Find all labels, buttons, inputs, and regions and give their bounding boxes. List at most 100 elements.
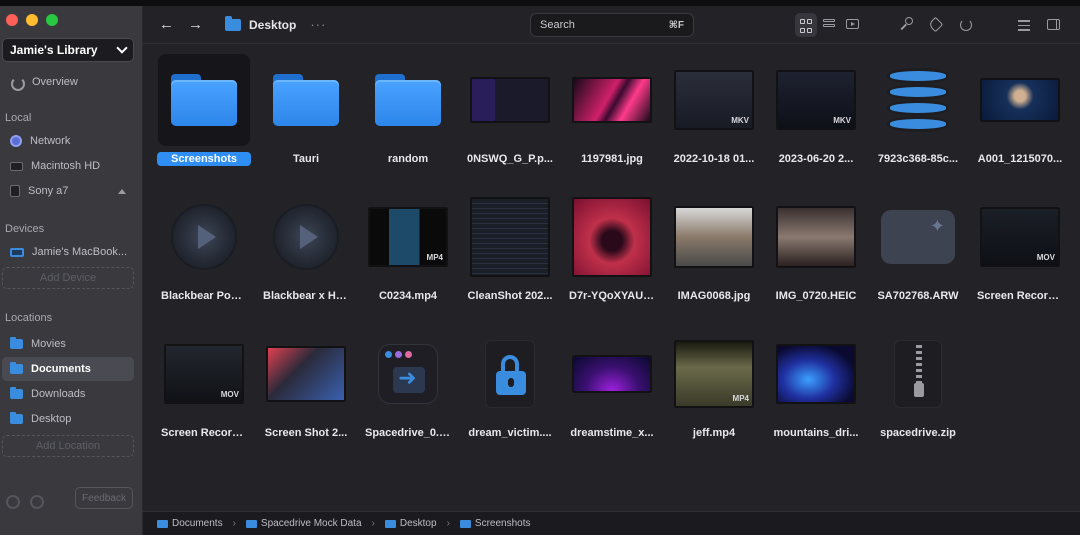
file-thumbnail: [872, 191, 964, 283]
folder-icon: [273, 74, 339, 126]
minimize-window-button[interactable]: [26, 14, 38, 26]
file-item[interactable]: MOV Screen Recordi...: [969, 191, 1071, 328]
breadcrumb-item[interactable]: Documents: [157, 518, 223, 529]
file-item[interactable]: MKV 2023-06-20 2...: [765, 54, 867, 191]
file-item[interactable]: Blackbear x Ho...: [255, 191, 357, 328]
file-item[interactable]: D7r-YQoXYAUt...: [561, 191, 663, 328]
breadcrumb-label: Spacedrive Mock Data: [260, 518, 362, 529]
eject-icon[interactable]: [118, 188, 126, 194]
file-item[interactable]: MP4 C0234.mp4: [357, 191, 459, 328]
media-view-icon[interactable]: [846, 19, 862, 35]
file-thumbnail: [464, 191, 556, 283]
more-options-button[interactable]: ···: [310, 17, 326, 32]
file-item[interactable]: Blackbear Post...: [153, 191, 255, 328]
tag-icon[interactable]: [927, 16, 946, 35]
image-thumbnail: [470, 77, 550, 123]
list-view-icon[interactable]: [823, 19, 839, 35]
add-location-button[interactable]: Add Location: [2, 435, 134, 457]
file-item[interactable]: dreamstime_x...: [561, 328, 663, 465]
sliders-icon[interactable]: [1018, 17, 1034, 33]
inspector-panel-icon[interactable]: [1047, 19, 1063, 35]
breadcrumb-item[interactable]: Spacedrive Mock Data: [245, 518, 362, 529]
feedback-button[interactable]: Feedback: [75, 487, 133, 509]
sidebar-item-downloads[interactable]: Downloads: [2, 382, 134, 406]
file-item[interactable]: 0NSWQ_G_P.p...: [459, 54, 561, 191]
grid-view-icon[interactable]: [800, 19, 816, 35]
breadcrumb-item[interactable]: Desktop: [384, 518, 437, 529]
file-item[interactable]: Screenshots: [153, 54, 255, 191]
file-item[interactable]: IMG_0720.HEIC: [765, 191, 867, 328]
file-item[interactable]: Tauri: [255, 54, 357, 191]
file-item[interactable]: A001_1215070...: [969, 54, 1071, 191]
key-icon[interactable]: [899, 17, 915, 33]
file-item[interactable]: dream_victim....: [459, 328, 561, 465]
raw-image-icon: [881, 210, 955, 264]
image-thumbnail: [980, 78, 1060, 122]
reload-icon[interactable]: [960, 19, 976, 35]
sidebar-item-network[interactable]: Network: [2, 129, 134, 153]
file-thumbnail: MKV: [770, 54, 862, 146]
file-name: Screen Recordi...: [977, 290, 1067, 302]
file-item[interactable]: 7923c368-85c...: [867, 54, 969, 191]
file-item[interactable]: SA702768.ARW: [867, 191, 969, 328]
video-thumbnail: MP4: [674, 340, 754, 408]
search-input[interactable]: Search ⌘F: [530, 13, 694, 37]
breadcrumb-item[interactable]: Screenshots: [459, 518, 531, 529]
file-name: Blackbear Post...: [161, 290, 250, 302]
laptop-icon: [10, 247, 24, 257]
file-item[interactable]: Screen Shot 2...: [255, 328, 357, 465]
sidebar-item-sony-a7[interactable]: Sony a7: [2, 179, 134, 203]
sidebar-item-documents[interactable]: Documents: [2, 357, 134, 381]
file-item[interactable]: MKV 2022-10-18 01...: [663, 54, 765, 191]
sidebar-item-label: Desktop: [31, 413, 72, 425]
folder-icon: [10, 337, 23, 349]
file-item[interactable]: CleanShot 202...: [459, 191, 561, 328]
file-type-badge: MP4: [732, 394, 749, 403]
file-item[interactable]: MP4 jeff.mp4: [663, 328, 765, 465]
image-thumbnail: [674, 206, 754, 268]
file-name: CleanShot 202...: [467, 290, 553, 302]
sidebar-item-desktop[interactable]: Desktop: [2, 407, 134, 431]
sidebar-item-overview[interactable]: Overview: [2, 70, 134, 94]
library-selector[interactable]: Jamie's Library: [2, 38, 134, 62]
chevron-down-icon: [116, 42, 128, 54]
network-icon: [10, 135, 22, 147]
file-name: Blackbear x Ho...: [263, 290, 352, 302]
image-thumbnail: [266, 346, 346, 402]
folder-icon: [10, 362, 23, 374]
sidebar-item-macbook[interactable]: Jamie's MacBook...: [2, 240, 134, 264]
add-device-button[interactable]: Add Device: [2, 267, 134, 289]
file-name: A001_1215070...: [977, 153, 1063, 165]
file-item[interactable]: Spacedrive_0.1...: [357, 328, 459, 465]
file-type-badge: MP4: [426, 253, 443, 262]
file-item[interactable]: spacedrive.zip: [867, 328, 969, 465]
breadcrumb-label: Desktop: [399, 518, 437, 529]
folder-icon: [10, 412, 23, 424]
status-check-icon[interactable]: [30, 495, 44, 509]
file-name: C0234.mp4: [378, 290, 438, 302]
file-name: IMG_0720.HEIC: [775, 290, 857, 302]
zoom-window-button[interactable]: [46, 14, 58, 26]
file-item[interactable]: IMAG0068.jpg: [663, 191, 765, 328]
forward-arrow-icon[interactable]: →: [188, 16, 203, 33]
close-window-button[interactable]: [6, 14, 18, 26]
back-arrow-icon[interactable]: ←: [159, 16, 174, 33]
sidebar-item-label: Movies: [31, 338, 66, 350]
file-name: 2022-10-18 01...: [673, 153, 755, 165]
settings-icon[interactable]: [6, 495, 20, 509]
sidebar-item-macintosh-hd[interactable]: Macintosh HD: [2, 154, 134, 178]
sidebar-item-label: Documents: [31, 363, 91, 375]
image-thumbnail: [776, 206, 856, 268]
audio-file-icon: [171, 204, 237, 270]
explorer-main: ← → Desktop ··· Search ⌘F Screenshots Tau…: [143, 6, 1080, 535]
file-item[interactable]: random: [357, 54, 459, 191]
file-name: 2023-06-20 2...: [778, 153, 854, 165]
file-item[interactable]: MOV Screen Recordi...: [153, 328, 255, 465]
sidebar-footer-icons: [6, 495, 44, 509]
file-item[interactable]: 1197981.jpg: [561, 54, 663, 191]
sidebar-item-movies[interactable]: Movies: [2, 332, 134, 356]
sidebar-item-label: Jamie's MacBook...: [32, 246, 128, 258]
file-name: Spacedrive_0.1...: [365, 427, 455, 439]
file-item[interactable]: mountains_dri...: [765, 328, 867, 465]
video-thumbnail: MOV: [980, 207, 1060, 267]
